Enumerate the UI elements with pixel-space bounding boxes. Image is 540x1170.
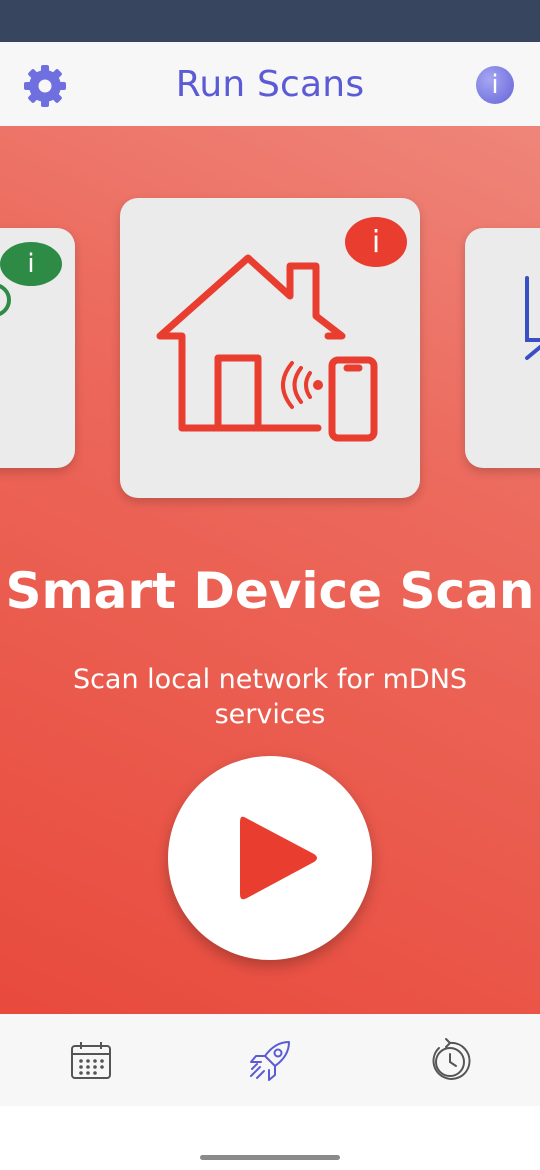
scan-type-icon [0, 284, 11, 316]
status-bar [0, 0, 540, 42]
page-title: Run Scans [175, 63, 365, 105]
smart-home-device-icon [156, 254, 378, 442]
scan-description: Scan local network for mDNS services [72, 664, 468, 730]
start-scan-button[interactable] [168, 756, 372, 960]
scan-type-icon [525, 276, 540, 360]
bottom-tab-bar [0, 1014, 540, 1106]
rocket-icon[interactable] [245, 1036, 295, 1086]
play-icon [240, 816, 317, 900]
history-icon[interactable] [425, 1036, 475, 1086]
scan-carousel-area: i i Smart Device Scan Scan local network… [0, 126, 540, 1014]
calendar-icon[interactable] [66, 1036, 116, 1086]
scan-title: Smart Device Scan [5, 562, 535, 620]
scan-card-smart-device[interactable]: i [120, 198, 420, 498]
scan-card-next[interactable] [465, 228, 540, 468]
scan-card-previous[interactable]: i [0, 228, 75, 468]
home-indicator[interactable] [200, 1155, 340, 1160]
app-header: Run Scans i [0, 42, 540, 126]
info-icon[interactable]: i [476, 66, 514, 104]
gear-icon[interactable] [22, 63, 68, 109]
